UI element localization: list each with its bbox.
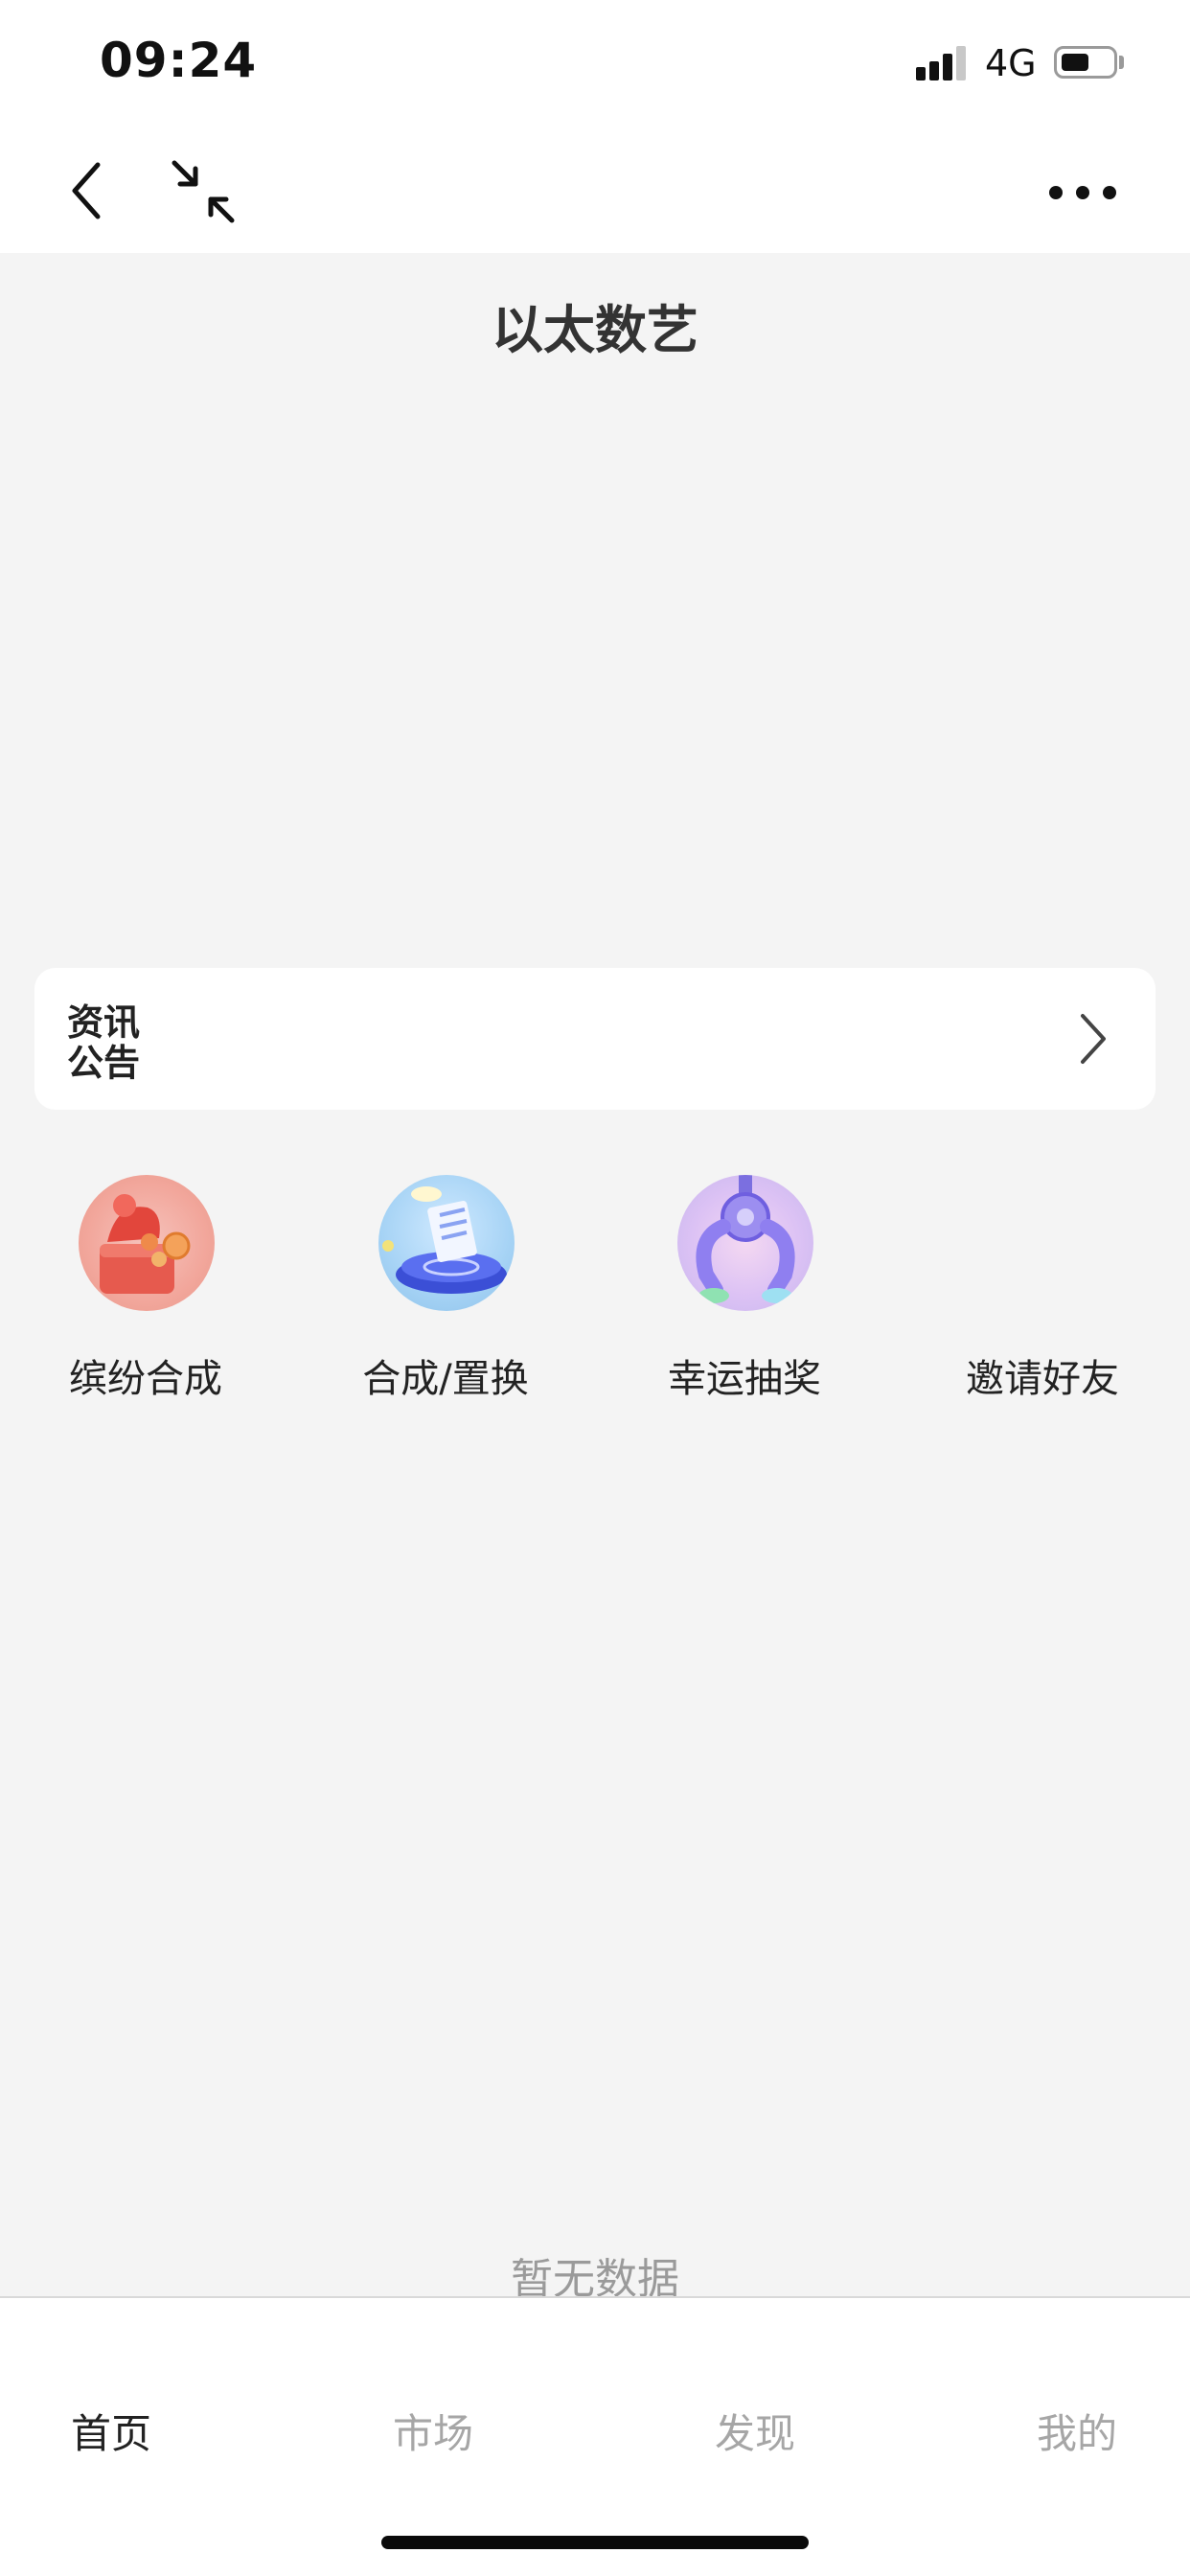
claw-machine-icon [677,1175,813,1311]
battery-icon [1054,46,1117,79]
network-label: 4G [985,42,1037,84]
func-invite[interactable]: 邀请好友 [899,1167,1186,1407]
chevron-right-icon [1081,1014,1106,1064]
func-synthesis[interactable]: 缤纷合成 [2,1167,289,1407]
tab-bar: 首页 市场 发现 我的 [0,2296,1190,2576]
minimize-arrows-icon[interactable] [169,157,238,226]
notice-label: 资讯 公告 [67,1002,153,1083]
func-label: 邀请好友 [966,1357,1119,1401]
signal-icon [916,46,970,80]
tab-home[interactable]: 首页 [15,2402,207,2460]
func-swap[interactable]: 合成/置换 [302,1167,589,1407]
more-dots-icon[interactable] [1044,169,1121,217]
status-time: 09:24 [100,33,258,88]
func-label: 缤纷合成 [69,1357,222,1401]
gift-box-icon [79,1175,215,1311]
notice-label-line2: 公告 [67,1042,141,1084]
notice-label-line1: 资讯 [67,1001,141,1044]
battery-cap [1119,56,1124,69]
func-label: 幸运抽奖 [668,1357,821,1401]
home-indicator [381,2536,809,2549]
chevron-left-icon[interactable] [57,157,125,224]
nav-bar [0,130,1190,253]
tab-market[interactable]: 市场 [337,2402,529,2460]
invite-icon [975,1175,1111,1311]
status-bar: 09:24 4G [0,0,1190,130]
func-label: 合成/置换 [362,1357,529,1401]
notice-card[interactable]: 资讯 公告 [34,968,1156,1110]
page-title: 以太数艺 [492,300,698,360]
tab-mine[interactable]: 我的 [981,2402,1173,2460]
tab-discover[interactable]: 发现 [659,2402,851,2460]
func-lottery[interactable]: 幸运抽奖 [601,1167,888,1407]
battery-level [1062,54,1088,71]
exchange-platform-icon [378,1175,515,1311]
